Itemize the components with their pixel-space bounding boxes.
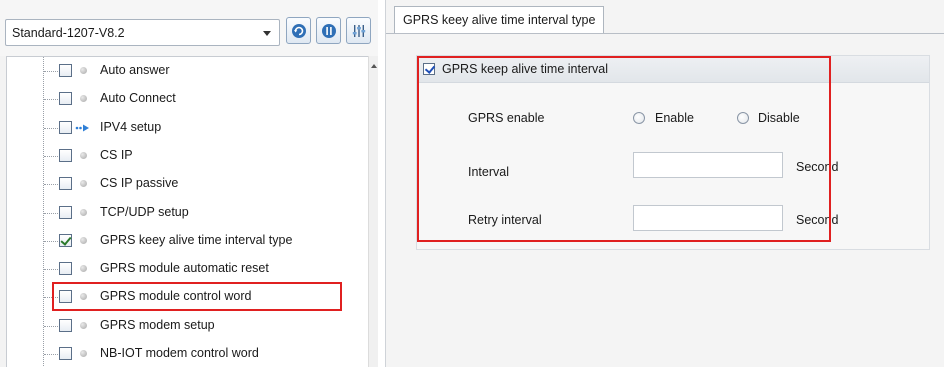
tree-item-checkbox[interactable] — [59, 64, 72, 77]
tree-item-checkbox[interactable] — [59, 92, 72, 106]
tree-branch-line — [44, 99, 60, 101]
selection-highlight — [52, 282, 342, 311]
tree-item-checkbox[interactable] — [59, 262, 72, 276]
tree-item-label: GPRS module automatic reset — [100, 261, 269, 276]
tree-item-checkbox[interactable] — [59, 177, 72, 191]
tab-divider — [386, 33, 944, 34]
tree-item-checkbox[interactable] — [59, 148, 72, 162]
settings-button[interactable] — [346, 17, 371, 44]
tree-branch-line — [44, 155, 60, 157]
tree-item-label: IPV4 setup — [100, 119, 162, 134]
tree-item-label: Auto Connect — [100, 91, 176, 106]
bullet-icon — [80, 67, 87, 74]
refresh-icon — [291, 23, 306, 38]
tree-item[interactable]: CS IP passive — [7, 170, 347, 198]
tree-item-label: CS IP — [100, 147, 133, 162]
tree-branch-line — [44, 184, 60, 186]
bullet-icon — [80, 265, 87, 273]
tree-item[interactable]: IPV4 setup — [7, 114, 347, 142]
chevron-down-icon — [263, 31, 271, 36]
tree-scrollbar[interactable] — [368, 56, 378, 367]
tree-item-checkbox[interactable] — [59, 233, 72, 247]
bullet-icon — [80, 321, 87, 329]
tree-item[interactable]: Auto answer — [7, 57, 347, 85]
tree-item-label: TCP/UDP setup — [100, 204, 189, 219]
tree-item[interactable]: GPRS keey alive time interval type — [7, 227, 347, 255]
bullet-icon — [80, 236, 87, 244]
tree-item-checkbox[interactable] — [59, 347, 72, 360]
tab-label: GPRS keey alive time interval type — [403, 13, 596, 27]
version-select-value: Standard-1207-V8.2 — [12, 25, 125, 40]
tree-item-label: Auto answer — [100, 63, 170, 77]
tree-item-checkbox[interactable] — [59, 120, 72, 134]
info-button[interactable] — [316, 17, 341, 44]
info-icon — [321, 23, 336, 38]
refresh-button[interactable] — [286, 17, 311, 44]
tab-gprs-keepalive[interactable]: GPRS keey alive time interval type — [394, 6, 605, 33]
tree-item-checkbox[interactable] — [59, 205, 72, 219]
tree-item-checkbox[interactable] — [59, 318, 72, 332]
tree-branch-line — [44, 127, 60, 129]
left-toolbar: Standard-1207-V8.2 — [0, 0, 378, 56]
tree-item-label: NB-IOT modem control word — [100, 346, 259, 360]
bullet-icon — [80, 208, 87, 216]
tree-branch-line — [44, 212, 60, 214]
highlight-frame — [417, 56, 831, 242]
arrow-right-icon — [75, 124, 89, 132]
tree-branch-line — [44, 325, 60, 327]
left-panel: Standard-1207-V8.2 Auto answer Auto Conn… — [0, 0, 378, 367]
bullet-icon — [80, 180, 87, 188]
bullet-icon — [80, 95, 87, 103]
tree-branch-line — [44, 269, 60, 271]
tree-item[interactable]: GPRS module automatic reset — [7, 255, 347, 283]
tree-branch-line — [44, 354, 60, 355]
tree-item[interactable]: CS IP — [7, 142, 347, 170]
tree-item[interactable]: TCP/UDP setup — [7, 199, 347, 227]
tree-branch-line — [44, 71, 60, 72]
tree-item[interactable]: NB-IOT modem control word — [7, 340, 347, 367]
scroll-up-icon[interactable] — [371, 64, 377, 68]
version-select[interactable]: Standard-1207-V8.2 — [5, 19, 280, 46]
bullet-icon — [80, 350, 87, 357]
tree-item[interactable]: GPRS modem setup — [7, 312, 347, 340]
settings-tree: Auto answer Auto Connect IPV4 setup CS IP CS… — [6, 56, 368, 367]
tree-item-label: CS IP passive — [100, 176, 179, 191]
bullet-icon — [80, 151, 87, 159]
tree-item-label: GPRS keey alive time interval type — [100, 232, 293, 247]
tree-item-label: GPRS modem setup — [100, 317, 215, 332]
tree-item[interactable]: Auto Connect — [7, 85, 347, 113]
sliders-icon — [352, 24, 365, 37]
tree-branch-line — [44, 240, 60, 242]
